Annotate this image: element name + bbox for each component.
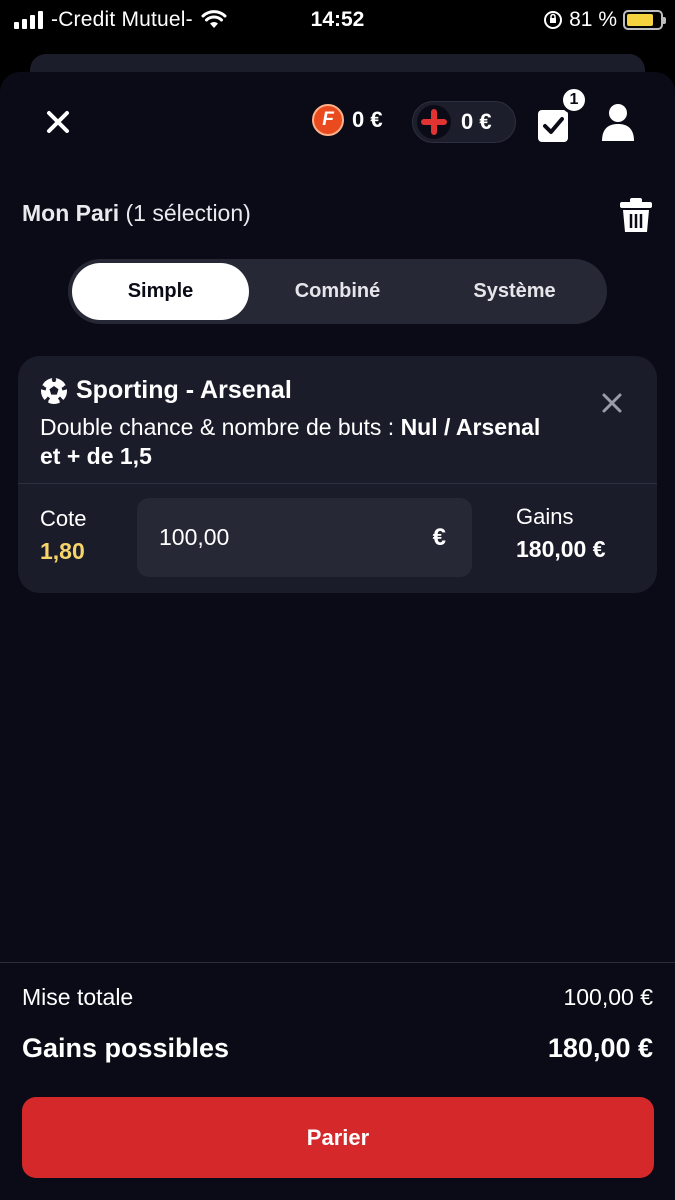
remove-selection-button[interactable] <box>601 392 623 414</box>
odds-value: 1,80 <box>40 538 85 564</box>
potential-gains-label: Gains possibles <box>22 1033 230 1063</box>
status-bar: -Credit Mutuel- 14:52 81 % <box>0 0 675 40</box>
page-title-text: Mon Pari <box>22 200 120 226</box>
potential-gains-value: 180,00 € <box>547 1033 653 1063</box>
tab-systeme[interactable]: Système <box>426 263 603 320</box>
footer-divider <box>0 962 675 963</box>
tab-simple[interactable]: Simple <box>72 263 249 320</box>
wallet-balance[interactable]: F 0 € <box>312 104 383 136</box>
checklist-icon <box>538 110 568 142</box>
betslip-count-badge: 1 <box>560 86 588 114</box>
betslip-sheet <box>0 72 675 1200</box>
soccer-ball-icon <box>40 376 68 404</box>
total-stake-label: Mise totale <box>22 984 134 1010</box>
odds-label: Cote <box>40 506 87 531</box>
close-button[interactable] <box>40 104 76 140</box>
tab-combine[interactable]: Combiné <box>249 263 426 320</box>
currency-symbol: € <box>432 523 446 551</box>
bonus-amount: 0 € <box>461 109 492 134</box>
orientation-lock-icon <box>544 11 563 29</box>
battery-percent: 81 % <box>569 8 617 31</box>
total-stake-value: 100,00 € <box>563 984 653 1010</box>
stake-input[interactable]: 100,00 € <box>137 498 472 577</box>
wifi-icon <box>201 10 227 28</box>
close-icon <box>47 111 69 133</box>
market-label: Double chance & nombre de buts : <box>40 414 401 440</box>
bet-type-tabs: Simple Combiné Système <box>68 259 607 324</box>
signal-icon <box>14 11 43 29</box>
stake-value: 100,00 <box>159 524 230 550</box>
bonus-balance[interactable]: 0 € <box>412 101 516 143</box>
match-name: Sporting - Arsenal <box>76 376 292 404</box>
user-icon <box>602 104 634 141</box>
gains-value: 180,00 € <box>516 536 606 562</box>
wallet-amount: 0 € <box>352 107 383 132</box>
market-description: Double chance & nombre de buts : Nul / A… <box>40 413 560 471</box>
carrier-name: -Credit Mutuel- <box>51 8 193 31</box>
coin-icon: F <box>312 104 344 136</box>
betslip-button[interactable]: 1 <box>536 86 588 146</box>
selection-count: (1 sélection) <box>125 200 251 226</box>
close-icon <box>602 393 622 413</box>
battery-icon <box>623 10 666 30</box>
clear-betslip-button[interactable] <box>618 196 654 234</box>
gains-label: Gains <box>516 504 574 529</box>
plus-icon <box>417 105 451 139</box>
trash-icon <box>620 198 652 232</box>
place-bet-button[interactable]: Parier <box>22 1097 654 1178</box>
selection-card: Sporting - Arsenal Double chance & nombr… <box>18 356 657 593</box>
profile-button[interactable] <box>600 102 636 142</box>
page-title: Mon Pari (1 sélection) <box>22 200 251 227</box>
